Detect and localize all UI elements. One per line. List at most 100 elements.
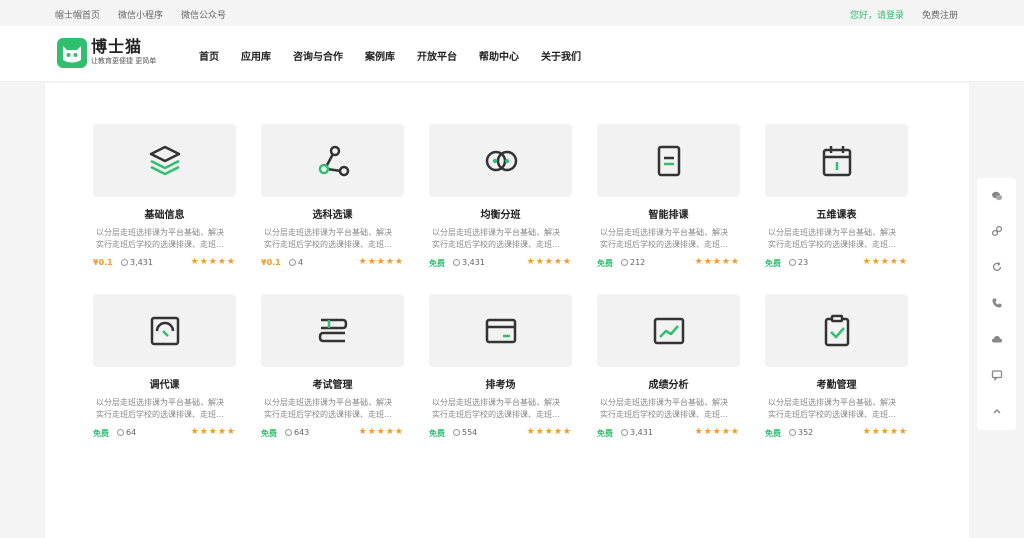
app-card-desc: 以分层走班选排课为平台基础，解决 实行走班后学校的选课排课、走班...	[768, 398, 896, 419]
app-grid: 基础信息 以分层走班选排课为平台基础，解决 实行走班后学校的选课排课、走班... …	[45, 83, 969, 538]
app-card-meta: 免费 212 ★★★★★	[597, 257, 740, 270]
view-count: 352	[789, 428, 813, 437]
star-rating: ★★★★★	[358, 257, 404, 267]
link-icon[interactable]	[977, 221, 1016, 241]
clock-icon	[621, 259, 628, 266]
view-count: 212	[621, 258, 645, 267]
star-rating: ★★★★★	[526, 427, 572, 437]
register-link[interactable]: 免费注册	[922, 8, 958, 21]
top-links: 帽士帽首页 微信小程序 微信公众号	[55, 8, 226, 21]
nav-item-help[interactable]: 帮助中心	[479, 48, 519, 63]
clock-icon	[621, 429, 628, 436]
clock-icon	[121, 259, 128, 266]
app-card-desc: 以分层走班选排课为平台基础，解决 实行走班后学校的选课排课、走班...	[432, 228, 560, 249]
price-label: 免费	[765, 259, 781, 268]
star-rating: ★★★★★	[526, 257, 572, 267]
app-card-meta: 免费 352 ★★★★★	[765, 427, 908, 440]
app-card-meta: 免费 643 ★★★★★	[261, 427, 404, 440]
app-card-title: 均衡分班	[480, 210, 521, 221]
view-count: 3,431	[121, 258, 153, 267]
login-link[interactable]: 您好，请登录	[850, 8, 904, 21]
refresh-icon[interactable]	[977, 257, 1016, 277]
top-link-home[interactable]: 帽士帽首页	[55, 8, 100, 21]
clock-icon	[789, 259, 796, 266]
app-card[interactable]: 成绩分析 以分层走班选排课为平台基础，解决 实行走班后学校的选课排课、走班... …	[597, 294, 740, 454]
star-rating: ★★★★★	[862, 427, 908, 437]
app-card-thumb	[765, 294, 908, 367]
price-label: ¥0.1	[261, 258, 281, 267]
app-card-meta: 免费 554 ★★★★★	[429, 427, 572, 440]
top-bar: 帽士帽首页 微信小程序 微信公众号 您好，请登录 免费注册	[0, 0, 1024, 26]
star-rating: ★★★★★	[862, 257, 908, 267]
main-nav: 首页 应用库 咨询与合作 案例库 开放平台 帮助中心 关于我们	[199, 48, 603, 63]
app-card[interactable]: 考试管理 以分层走班选排课为平台基础，解决 实行走班后学校的选课排课、走班... …	[261, 294, 404, 454]
app-card-thumb	[597, 124, 740, 197]
app-card-thumb	[597, 294, 740, 367]
app-card-title: 考勤管理	[816, 380, 857, 391]
app-card[interactable]: 智能排课 以分层走班选排课为平台基础，解决 实行走班后学校的选课排课、走班... …	[597, 124, 740, 284]
top-link-miniprogram[interactable]: 微信小程序	[118, 8, 163, 21]
price-label: 免费	[261, 429, 277, 438]
app-card[interactable]: 基础信息 以分层走班选排课为平台基础，解决 实行走班后学校的选课排课、走班... …	[93, 124, 236, 284]
clock-icon	[289, 259, 296, 266]
app-card-meta: 免费 3,431 ★★★★★	[429, 257, 572, 270]
nav-item-app-library[interactable]: 应用库	[241, 48, 271, 63]
app-card-desc: 以分层走班选排课为平台基础，解决 实行走班后学校的选课排课、走班...	[264, 398, 392, 419]
app-card-desc: 以分层走班选排课为平台基础，解决 实行走班后学校的选课排课、走班...	[600, 398, 728, 419]
app-card[interactable]: 均衡分班 以分层走班选排课为平台基础，解决 实行走班后学校的选课排课、走班... …	[429, 124, 572, 284]
price-label: 免费	[765, 429, 781, 438]
app-card-title: 排考场	[485, 380, 516, 391]
nav-item-cases[interactable]: 案例库	[365, 48, 395, 63]
clock-icon	[453, 259, 460, 266]
app-card[interactable]: 调代课 以分层走班选排课为平台基础，解决 实行走班后学校的选课排课、走班... 免…	[93, 294, 236, 454]
nav-item-consulting[interactable]: 咨询与合作	[293, 48, 343, 63]
back-to-top-icon[interactable]	[977, 401, 1016, 421]
nav-item-about[interactable]: 关于我们	[541, 48, 581, 63]
price-label: 免费	[597, 429, 613, 438]
price-label: ¥0.1	[93, 258, 113, 267]
document-icon	[657, 145, 680, 176]
header: 博士猫 让教育更便捷 更简单 首页 应用库 咨询与合作 案例库 开放平台 帮助中…	[0, 26, 1024, 82]
wechat-icon[interactable]	[977, 186, 1016, 206]
view-count: 3,431	[621, 428, 653, 437]
app-card-title: 考试管理	[312, 380, 353, 391]
app-card-thumb	[261, 294, 404, 367]
logo[interactable]: 博士猫 让教育更便捷 更简单	[57, 38, 156, 68]
cloud-icon[interactable]	[977, 329, 1016, 349]
view-count: 643	[285, 428, 309, 437]
price-label: 免费	[93, 429, 109, 438]
price-label: 免费	[429, 429, 445, 438]
star-rating: ★★★★★	[190, 257, 236, 267]
view-count: 3,431	[453, 258, 485, 267]
layers-icon	[149, 145, 180, 175]
view-count: 554	[453, 428, 477, 437]
app-card[interactable]: 选科选课 以分层走班选排课为平台基础，解决 实行走班后学校的选课排课、走班... …	[261, 124, 404, 284]
app-card-title: 选科选课	[312, 210, 353, 221]
top-link-official-account[interactable]: 微信公众号	[181, 8, 226, 21]
clock-icon	[789, 429, 796, 436]
message-icon[interactable]	[977, 365, 1016, 385]
app-card-desc: 以分层走班选排课为平台基础，解决 实行走班后学校的选课排课、走班...	[96, 398, 224, 419]
view-count: 23	[789, 258, 808, 267]
app-card[interactable]: 考勤管理 以分层走班选排课为平台基础，解决 实行走班后学校的选课排课、走班... …	[765, 294, 908, 454]
app-card-meta: 免费 3,431 ★★★★★	[597, 427, 740, 440]
nav-item-home[interactable]: 首页	[199, 48, 219, 63]
phone-icon[interactable]	[977, 293, 1016, 313]
app-card-title: 智能排课	[648, 210, 689, 221]
app-card-desc: 以分层走班选排课为平台基础，解决 实行走班后学校的选课排课、走班...	[96, 228, 224, 249]
view-count: 4	[289, 258, 303, 267]
app-card-meta: ¥0.1 4 ★★★★★	[261, 257, 404, 270]
star-rating: ★★★★★	[694, 427, 740, 437]
nav-item-open-platform[interactable]: 开放平台	[417, 48, 457, 63]
clipboard-check-icon	[824, 314, 849, 346]
chart-icon	[653, 317, 684, 344]
app-card[interactable]: 排考场 以分层走班选排课为平台基础，解决 实行走班后学校的选课排课、走班... 免…	[429, 294, 572, 454]
calendar-icon	[822, 145, 851, 176]
books-icon	[318, 318, 347, 342]
top-account: 您好，请登录 免费注册	[850, 8, 958, 21]
app-card-desc: 以分层走班选排课为平台基础，解决 实行走班后学校的选课排课、走班...	[768, 228, 896, 249]
share-nodes-icon	[318, 145, 349, 176]
app-card-meta: 免费 23 ★★★★★	[765, 257, 908, 270]
clock-icon	[117, 429, 124, 436]
app-card[interactable]: 五维课表 以分层走班选排课为平台基础，解决 实行走班后学校的选课排课、走班... …	[765, 124, 908, 284]
